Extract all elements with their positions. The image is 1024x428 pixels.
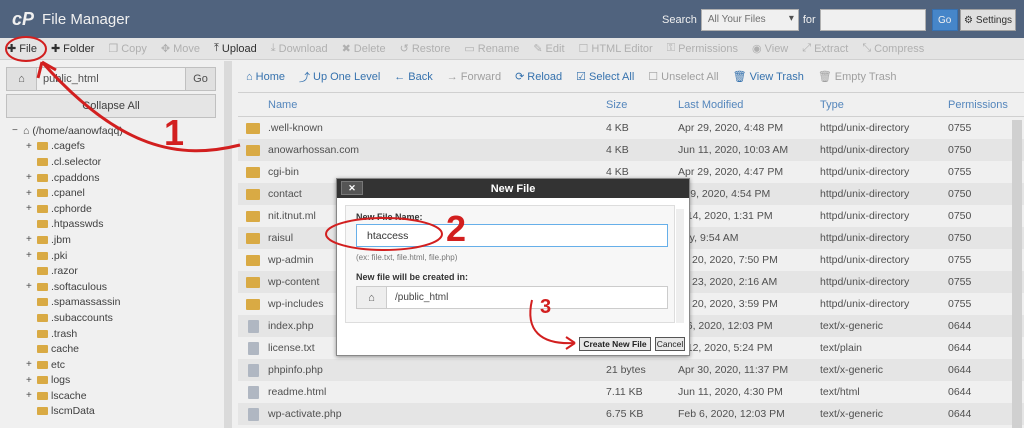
step-number-1: 1 — [164, 112, 185, 153]
dialog-header: ✕ New File — [337, 179, 689, 198]
new-file-dialog: ✕ New File New File Name: htaccess (ex: … — [336, 178, 690, 356]
file-name-hint: (ex: file.txt, file.html, file.php) — [356, 253, 458, 262]
dialog-body: New File Name: htaccess (ex: file.txt, f… — [345, 205, 675, 323]
step-number-2: 2 — [446, 208, 467, 249]
cancel-button[interactable]: Cancel — [655, 337, 685, 351]
dialog-close-icon[interactable]: ✕ — [341, 181, 363, 195]
new-file-name-label: New File Name: — [356, 212, 423, 222]
dialog-title: New File — [490, 182, 536, 195]
create-new-file-button[interactable]: Create New File — [579, 337, 651, 351]
location-value: /public_html — [395, 292, 449, 303]
step-number-3: 3 — [540, 296, 552, 318]
dialog-scrollbar[interactable] — [676, 209, 684, 323]
new-file-name-input[interactable]: htaccess — [356, 224, 668, 247]
location-label: New file will be created in: — [356, 272, 469, 282]
home-icon: ⌂ — [357, 287, 387, 308]
location-field: ⌂ /public_html — [356, 286, 668, 309]
